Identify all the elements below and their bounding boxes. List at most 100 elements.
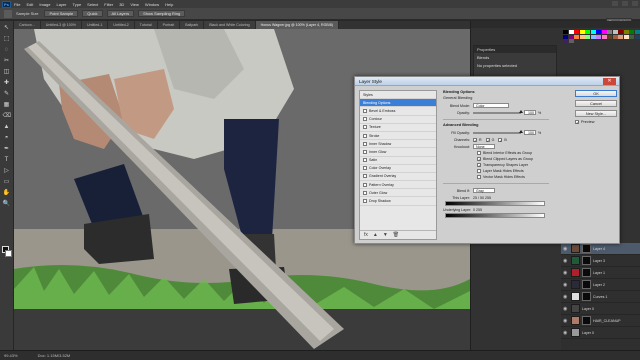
document-tab[interactable]: Untitled-3 @ 100% — [40, 21, 82, 29]
color-swatch[interactable] — [612, 34, 618, 39]
all-layers-button[interactable]: All Layers — [106, 10, 135, 17]
style-checkbox[interactable] — [363, 125, 367, 130]
advanced-checkbox[interactable] — [477, 151, 481, 155]
color-swatch[interactable] — [607, 34, 612, 39]
menu-item-filter[interactable]: Filter — [104, 2, 113, 7]
color-swatch[interactable] — [563, 34, 568, 39]
style-item[interactable]: Stroke — [360, 132, 436, 141]
document-tab[interactable]: Untitled-2 — [108, 21, 135, 29]
footer-icon[interactable]: fx — [364, 232, 368, 238]
new-style-button[interactable]: New Style... — [575, 110, 617, 117]
style-checkbox[interactable] — [363, 199, 367, 204]
channel-checkbox[interactable] — [485, 137, 490, 142]
document-tab[interactable]: Tutorial — [134, 21, 158, 29]
style-checkbox[interactable] — [363, 108, 367, 113]
footer-icon[interactable]: 🗑 — [393, 232, 399, 238]
menu-item-type[interactable]: Type — [73, 2, 82, 7]
menu-item-edit[interactable]: Edit — [26, 2, 33, 7]
menu-item-window[interactable]: Window — [145, 2, 159, 7]
style-item[interactable]: Satin — [360, 157, 436, 165]
menu-item-help[interactable]: Help — [165, 2, 173, 7]
eye-icon[interactable]: ◉ — [563, 330, 569, 336]
color-swatch[interactable] — [563, 39, 568, 43]
channel-option[interactable]: B — [498, 137, 507, 142]
color-swatch[interactable] — [585, 34, 590, 39]
eye-icon[interactable]: ◉ — [563, 282, 569, 288]
document-tab[interactable]: Honus Wagner.jpg @ 100% (Layer 4, RGB/8) — [255, 21, 340, 29]
layer-mask-thumbnail[interactable] — [582, 292, 591, 301]
tool-icon[interactable]: ◓ — [3, 134, 11, 142]
tool-icon[interactable]: ✎ — [3, 90, 11, 98]
layer-row[interactable]: ◉ Layer 1 — [561, 267, 640, 279]
channel-checkbox[interactable] — [473, 137, 477, 142]
maximize-button[interactable] — [622, 1, 628, 6]
eye-icon[interactable]: ◉ — [563, 318, 569, 324]
eye-icon[interactable]: ◉ — [563, 306, 569, 312]
opacity-slider[interactable] — [473, 109, 523, 114]
style-item[interactable]: Inner Shadow — [360, 140, 436, 149]
tool-icon[interactable]: ▷ — [3, 167, 11, 175]
tool-icon[interactable]: ✋ — [3, 189, 11, 197]
layer-row[interactable]: ◉ HAIR_CLEANUP — [561, 315, 640, 327]
color-swatch[interactable] — [563, 30, 568, 34]
color-swatch[interactable] — [629, 30, 634, 34]
color-swatch[interactable] — [634, 30, 640, 34]
blend-if-select[interactable]: Gray — [473, 187, 495, 194]
color-swatch[interactable] — [574, 30, 579, 34]
layer-mask-thumbnail[interactable] — [582, 316, 591, 325]
advanced-checkbox[interactable] — [477, 175, 481, 179]
layer-row[interactable]: ◉ Layer 4 — [561, 243, 640, 255]
color-swatch[interactable] — [568, 34, 574, 39]
advanced-checkbox[interactable] — [477, 157, 481, 161]
tool-icon[interactable]: ✚ — [3, 79, 11, 87]
style-item[interactable]: Blending Options — [360, 99, 436, 108]
layer-mask-thumbnail[interactable] — [582, 256, 591, 265]
footer-icon[interactable]: ▲ — [373, 232, 378, 238]
menu-item-layer[interactable]: Layer — [56, 2, 66, 7]
footer-icon[interactable]: ▼ — [383, 232, 388, 238]
style-checkbox[interactable] — [363, 166, 367, 171]
menu-item-3d[interactable]: 3D — [119, 2, 124, 7]
menu-item-image[interactable]: Image — [39, 2, 50, 7]
fill-opacity-slider-knob[interactable] — [519, 129, 523, 133]
tool-icon[interactable]: ▦ — [3, 101, 11, 109]
eye-icon[interactable]: ◉ — [563, 270, 569, 276]
style-checkbox[interactable] — [363, 182, 367, 187]
color-swatch[interactable] — [629, 34, 634, 39]
style-item[interactable]: Styles — [360, 91, 436, 100]
quick-button[interactable]: Quick — [82, 10, 103, 17]
color-swatch[interactable] — [607, 30, 612, 34]
tool-icon[interactable]: ▭ — [3, 178, 11, 186]
style-checkbox[interactable] — [363, 174, 367, 179]
eyedropper-icon[interactable] — [4, 9, 12, 18]
advanced-option[interactable]: Vector Mask Hides Effects — [443, 174, 549, 180]
color-swatch[interactable] — [618, 30, 623, 34]
eye-icon[interactable]: ◉ — [563, 258, 569, 264]
tool-icon[interactable]: ✒ — [3, 145, 11, 153]
document-tab[interactable]: Cartoon... — [14, 21, 41, 29]
menu-item-select[interactable]: Select — [87, 2, 98, 7]
opacity-input[interactable]: 100 — [524, 109, 536, 116]
tool-icon[interactable]: ⌫ — [3, 112, 11, 120]
style-item[interactable]: Texture — [360, 124, 436, 132]
advanced-checkbox[interactable] — [477, 169, 481, 173]
tool-icon[interactable]: ✂ — [3, 57, 11, 65]
color-swatch[interactable] — [574, 34, 579, 39]
color-swatch[interactable] — [568, 39, 574, 43]
tool-icon[interactable]: T — [3, 156, 11, 164]
layer-row[interactable]: ◉ Curves 1 — [561, 291, 640, 303]
preview-checkbox[interactable] — [575, 120, 579, 124]
color-swatch[interactable] — [590, 34, 596, 39]
opacity-slider-knob[interactable] — [519, 109, 523, 113]
color-swatch[interactable] — [596, 34, 601, 39]
tool-icon[interactable]: 🔍 — [3, 200, 11, 208]
style-checkbox[interactable] — [363, 141, 367, 146]
style-item[interactable]: Bevel & Emboss — [360, 107, 436, 116]
document-tab[interactable]: Black and White Coloring — [204, 21, 256, 29]
style-checkbox[interactable] — [363, 117, 367, 122]
color-swatch[interactable] — [579, 30, 585, 34]
style-item[interactable]: Color Overlay — [360, 165, 436, 173]
close-button[interactable] — [632, 1, 638, 6]
channel-checkbox[interactable] — [498, 137, 503, 142]
style-checkbox[interactable] — [363, 149, 367, 154]
